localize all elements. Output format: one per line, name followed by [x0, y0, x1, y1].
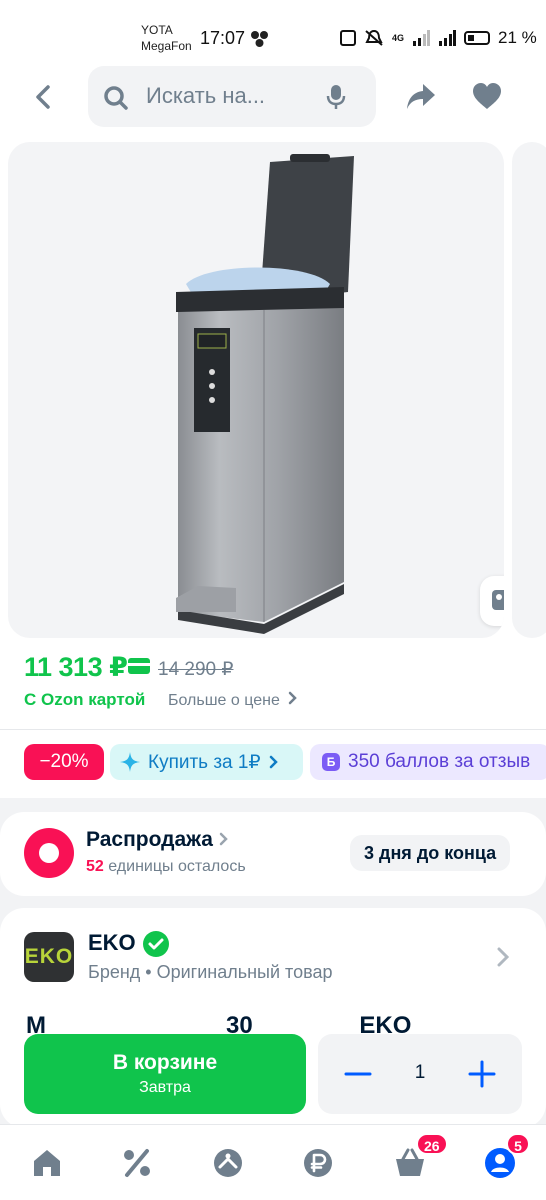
- fresh-icon[interactable]: [212, 1147, 244, 1179]
- product-gallery: [0, 142, 546, 638]
- status-icons: 4G 21 %: [340, 28, 537, 48]
- points-icon: Б: [322, 753, 340, 771]
- units-left: 52 единицы осталось: [86, 858, 246, 876]
- cart-count-badge: 26: [416, 1133, 448, 1155]
- chevron-right-icon: [289, 691, 298, 705]
- buy-for-one-ruble-label: Купить за 1₽: [148, 751, 261, 773]
- status-time: 17:07: [200, 28, 246, 48]
- chevron-right-icon: [497, 947, 510, 967]
- favorite-heart-icon[interactable]: [472, 82, 502, 110]
- more-about-price-label: Больше о цене: [168, 692, 280, 709]
- brand-logo: EKO: [24, 932, 74, 982]
- carrier-1: YOTA: [141, 23, 173, 37]
- units-left-count: 52: [86, 858, 104, 875]
- nfc-icon: [340, 30, 356, 46]
- price-block: 11 313 ₽ 14 290 ₽ С Ozon картой Больше о…: [0, 638, 546, 730]
- search-input[interactable]: Искать на...: [88, 66, 376, 127]
- verified-check-icon: [143, 931, 169, 957]
- next-product-image[interactable]: [512, 142, 546, 638]
- back-arrow-icon[interactable]: [28, 82, 58, 112]
- quantity-value: 1: [414, 1062, 426, 1083]
- search-placeholder: Искать на...: [146, 83, 266, 108]
- ruble-finance-icon[interactable]: [302, 1147, 334, 1179]
- search-similar-button[interactable]: [480, 576, 504, 626]
- carrier-2: MegaFon: [141, 39, 192, 53]
- sale-title: Распродажа: [86, 828, 229, 852]
- chevron-right-icon: [269, 755, 278, 769]
- signal-1-icon: [413, 30, 431, 46]
- buy-for-one-ruble-chip[interactable]: Купить за 1₽: [110, 744, 303, 780]
- discount-badge: −20%: [24, 744, 104, 780]
- product-image[interactable]: [8, 142, 504, 638]
- share-icon[interactable]: [405, 82, 437, 112]
- battery-icon: [464, 31, 491, 45]
- network-type: 4G: [392, 33, 405, 43]
- trash-bin-illustration: [176, 154, 354, 634]
- plus-icon[interactable]: [468, 1060, 496, 1088]
- ozon-card-icon: [128, 658, 150, 674]
- sale-ring-icon: [24, 828, 74, 878]
- more-about-price-link[interactable]: Больше о цене: [168, 691, 298, 710]
- battery-percent: 21 %: [498, 28, 537, 47]
- sale-title-label: Распродажа: [86, 828, 213, 851]
- signal-2-icon: [439, 30, 457, 46]
- review-points-label: 350 баллов за отзыв: [348, 751, 531, 772]
- status-bar: YOTA MegaFon 17:07 4G 21 %: [0, 0, 546, 66]
- in-cart-button[interactable]: В корзине Завтра: [24, 1034, 306, 1114]
- discount-percent-icon[interactable]: [121, 1147, 153, 1179]
- profile-notification-badge: 5: [506, 1133, 530, 1155]
- review-points-chip[interactable]: Б 350 баллов за отзыв: [310, 744, 546, 780]
- chevron-right-icon: [219, 832, 228, 846]
- sale-card[interactable]: Распродажа 52 единицы осталось 3 дня до …: [0, 812, 546, 896]
- brand-subtitle: Бренд • Оригинальный товар: [88, 962, 333, 982]
- profile-nav-item[interactable]: 5: [484, 1133, 530, 1179]
- quantity-stepper: 1: [318, 1034, 522, 1114]
- bottom-navigation: 26 5: [0, 1124, 546, 1200]
- old-price: 14 290 ₽: [158, 659, 234, 680]
- search-header: Искать на...: [0, 66, 546, 142]
- search-icon: [104, 86, 128, 110]
- cart-nav-item[interactable]: 26: [394, 1133, 448, 1179]
- in-cart-label: В корзине: [112, 1051, 218, 1074]
- image-search-icon: [492, 590, 504, 610]
- ozon-card-price: 11 313 ₽: [24, 652, 128, 682]
- sale-timer: 3 дня до конца: [350, 835, 511, 871]
- home-icon[interactable]: [31, 1147, 63, 1179]
- minus-icon[interactable]: [344, 1062, 372, 1086]
- carrier-info: YOTA MegaFon: [141, 22, 192, 54]
- microphone-icon[interactable]: [326, 84, 346, 110]
- sparkle-icon: [120, 752, 140, 772]
- units-left-label: единицы осталось: [108, 858, 246, 875]
- delivery-date: Завтра: [139, 1079, 191, 1096]
- brand-name: EKO: [88, 930, 136, 955]
- notification-dots-icon: [251, 31, 268, 47]
- mute-icon: [365, 29, 383, 46]
- ozon-card-label: С Ozon картой: [24, 690, 146, 709]
- promo-chips: −20% Купить за 1₽ Б 350 баллов за отзыв: [0, 730, 546, 798]
